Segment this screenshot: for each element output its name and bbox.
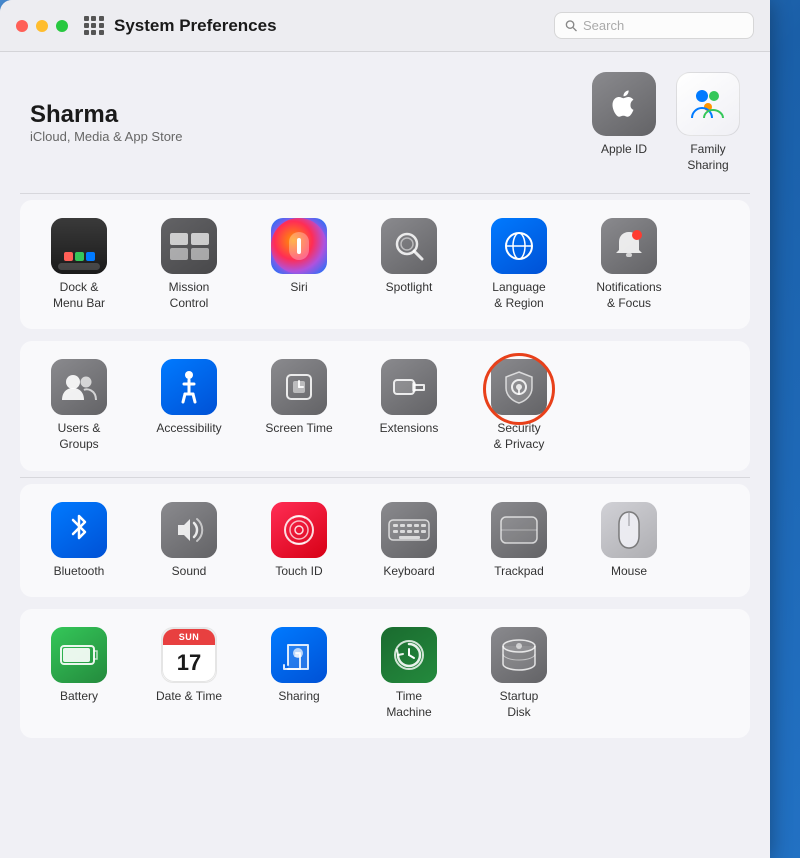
users-icon bbox=[51, 359, 107, 415]
close-button[interactable] bbox=[16, 20, 28, 32]
row-3: Bluetooth Sound bbox=[20, 484, 750, 598]
apple-id-label: Apple ID bbox=[601, 142, 647, 158]
family-sharing-label: FamilySharing bbox=[687, 142, 728, 173]
pref-keyboard[interactable]: Keyboard bbox=[354, 492, 464, 590]
pref-touchid[interactable]: Touch ID bbox=[244, 492, 354, 590]
grid-icon[interactable] bbox=[84, 16, 104, 36]
pref-users[interactable]: Users &Groups bbox=[24, 349, 134, 462]
sharing-icon bbox=[271, 627, 327, 683]
pref-bluetooth[interactable]: Bluetooth bbox=[24, 492, 134, 590]
pref-sound[interactable]: Sound bbox=[134, 492, 244, 590]
minimize-button[interactable] bbox=[36, 20, 48, 32]
pref-extensions[interactable]: Extensions bbox=[354, 349, 464, 462]
security-icon bbox=[491, 359, 547, 415]
pref-timemachine[interactable]: TimeMachine bbox=[354, 617, 464, 730]
system-preferences-window: System Preferences Sharma iCloud, Media … bbox=[0, 0, 770, 858]
pref-screentime[interactable]: Screen Time bbox=[244, 349, 354, 462]
pref-startup[interactable]: StartupDisk bbox=[464, 617, 574, 730]
users-label: Users &Groups bbox=[58, 421, 101, 452]
keyboard-label: Keyboard bbox=[383, 564, 434, 580]
language-label: Language& Region bbox=[492, 280, 545, 311]
search-input[interactable] bbox=[583, 18, 743, 33]
pref-trackpad[interactable]: Trackpad bbox=[464, 492, 574, 590]
datetime-label: Date & Time bbox=[156, 689, 222, 705]
battery-label: Battery bbox=[60, 689, 98, 705]
datetime-icon: SUN 17 bbox=[161, 627, 217, 683]
accessibility-label: Accessibility bbox=[156, 421, 221, 437]
spotlight-icon bbox=[381, 218, 437, 274]
siri-icon bbox=[271, 218, 327, 274]
extensions-label: Extensions bbox=[380, 421, 439, 437]
pref-datetime[interactable]: SUN 17 Date & Time bbox=[134, 617, 244, 730]
dock-label: Dock &Menu Bar bbox=[53, 280, 105, 311]
sharing-label: Sharing bbox=[278, 689, 319, 705]
screentime-icon bbox=[271, 359, 327, 415]
family-sharing-icon bbox=[676, 72, 740, 136]
search-icon bbox=[565, 19, 577, 32]
touchid-icon bbox=[271, 502, 327, 558]
battery-icon bbox=[51, 627, 107, 683]
pref-language[interactable]: Language& Region bbox=[464, 208, 574, 321]
mission-control-label: MissionControl bbox=[169, 280, 210, 311]
divider-2 bbox=[20, 477, 750, 478]
window-title: System Preferences bbox=[114, 16, 554, 36]
pref-sharing[interactable]: Sharing bbox=[244, 617, 354, 730]
trackpad-icon bbox=[491, 502, 547, 558]
bluetooth-label: Bluetooth bbox=[54, 564, 105, 580]
siri-label: Siri bbox=[290, 280, 307, 296]
security-label: Security& Privacy bbox=[494, 421, 545, 452]
bluetooth-icon bbox=[51, 502, 107, 558]
keyboard-icon bbox=[381, 502, 437, 558]
sound-icon bbox=[161, 502, 217, 558]
row-1: Dock &Menu Bar MissionControl bbox=[20, 200, 750, 329]
profile-section: Sharma iCloud, Media & App Store Apple I… bbox=[0, 52, 770, 193]
profile-info: Sharma iCloud, Media & App Store bbox=[30, 101, 182, 144]
apple-id-button[interactable]: Apple ID bbox=[592, 72, 656, 158]
family-sharing-button[interactable]: FamilySharing bbox=[676, 72, 740, 173]
touchid-label: Touch ID bbox=[275, 564, 322, 580]
search-box[interactable] bbox=[554, 12, 754, 39]
pref-siri[interactable]: Siri bbox=[244, 208, 354, 321]
pref-spotlight[interactable]: Spotlight bbox=[354, 208, 464, 321]
language-icon bbox=[491, 218, 547, 274]
accessibility-icon bbox=[161, 359, 217, 415]
profile-icons: Apple ID FamilySharing bbox=[592, 72, 740, 173]
profile-name: Sharma bbox=[30, 101, 182, 129]
startup-label: StartupDisk bbox=[500, 689, 539, 720]
profile-subtitle: iCloud, Media & App Store bbox=[30, 129, 182, 144]
pref-mission-control[interactable]: MissionControl bbox=[134, 208, 244, 321]
divider-1 bbox=[20, 193, 750, 194]
mission-control-icon bbox=[161, 218, 217, 274]
titlebar: System Preferences bbox=[0, 0, 770, 52]
pref-mouse[interactable]: Mouse bbox=[574, 492, 684, 590]
extensions-icon bbox=[381, 359, 437, 415]
pref-notifications[interactable]: Notifications& Focus bbox=[574, 208, 684, 321]
trackpad-label: Trackpad bbox=[494, 564, 544, 580]
pref-dock[interactable]: Dock &Menu Bar bbox=[24, 208, 134, 321]
sound-label: Sound bbox=[172, 564, 207, 580]
maximize-button[interactable] bbox=[56, 20, 68, 32]
timemachine-label: TimeMachine bbox=[386, 689, 431, 720]
timemachine-icon bbox=[381, 627, 437, 683]
pref-security-privacy[interactable]: Security& Privacy bbox=[464, 349, 574, 462]
mouse-icon bbox=[601, 502, 657, 558]
startup-icon bbox=[491, 627, 547, 683]
mouse-label: Mouse bbox=[611, 564, 647, 580]
pref-accessibility[interactable]: Accessibility bbox=[134, 349, 244, 462]
screentime-label: Screen Time bbox=[265, 421, 332, 437]
notifications-icon bbox=[601, 218, 657, 274]
notifications-label: Notifications& Focus bbox=[596, 280, 661, 311]
window-controls bbox=[16, 20, 68, 32]
spotlight-label: Spotlight bbox=[386, 280, 433, 296]
row-2: Users &Groups Accessibility bbox=[20, 341, 750, 470]
dock-icon bbox=[51, 218, 107, 274]
apple-id-icon bbox=[592, 72, 656, 136]
row-4: Battery SUN 17 Date & Time bbox=[20, 609, 750, 738]
pref-battery[interactable]: Battery bbox=[24, 617, 134, 730]
